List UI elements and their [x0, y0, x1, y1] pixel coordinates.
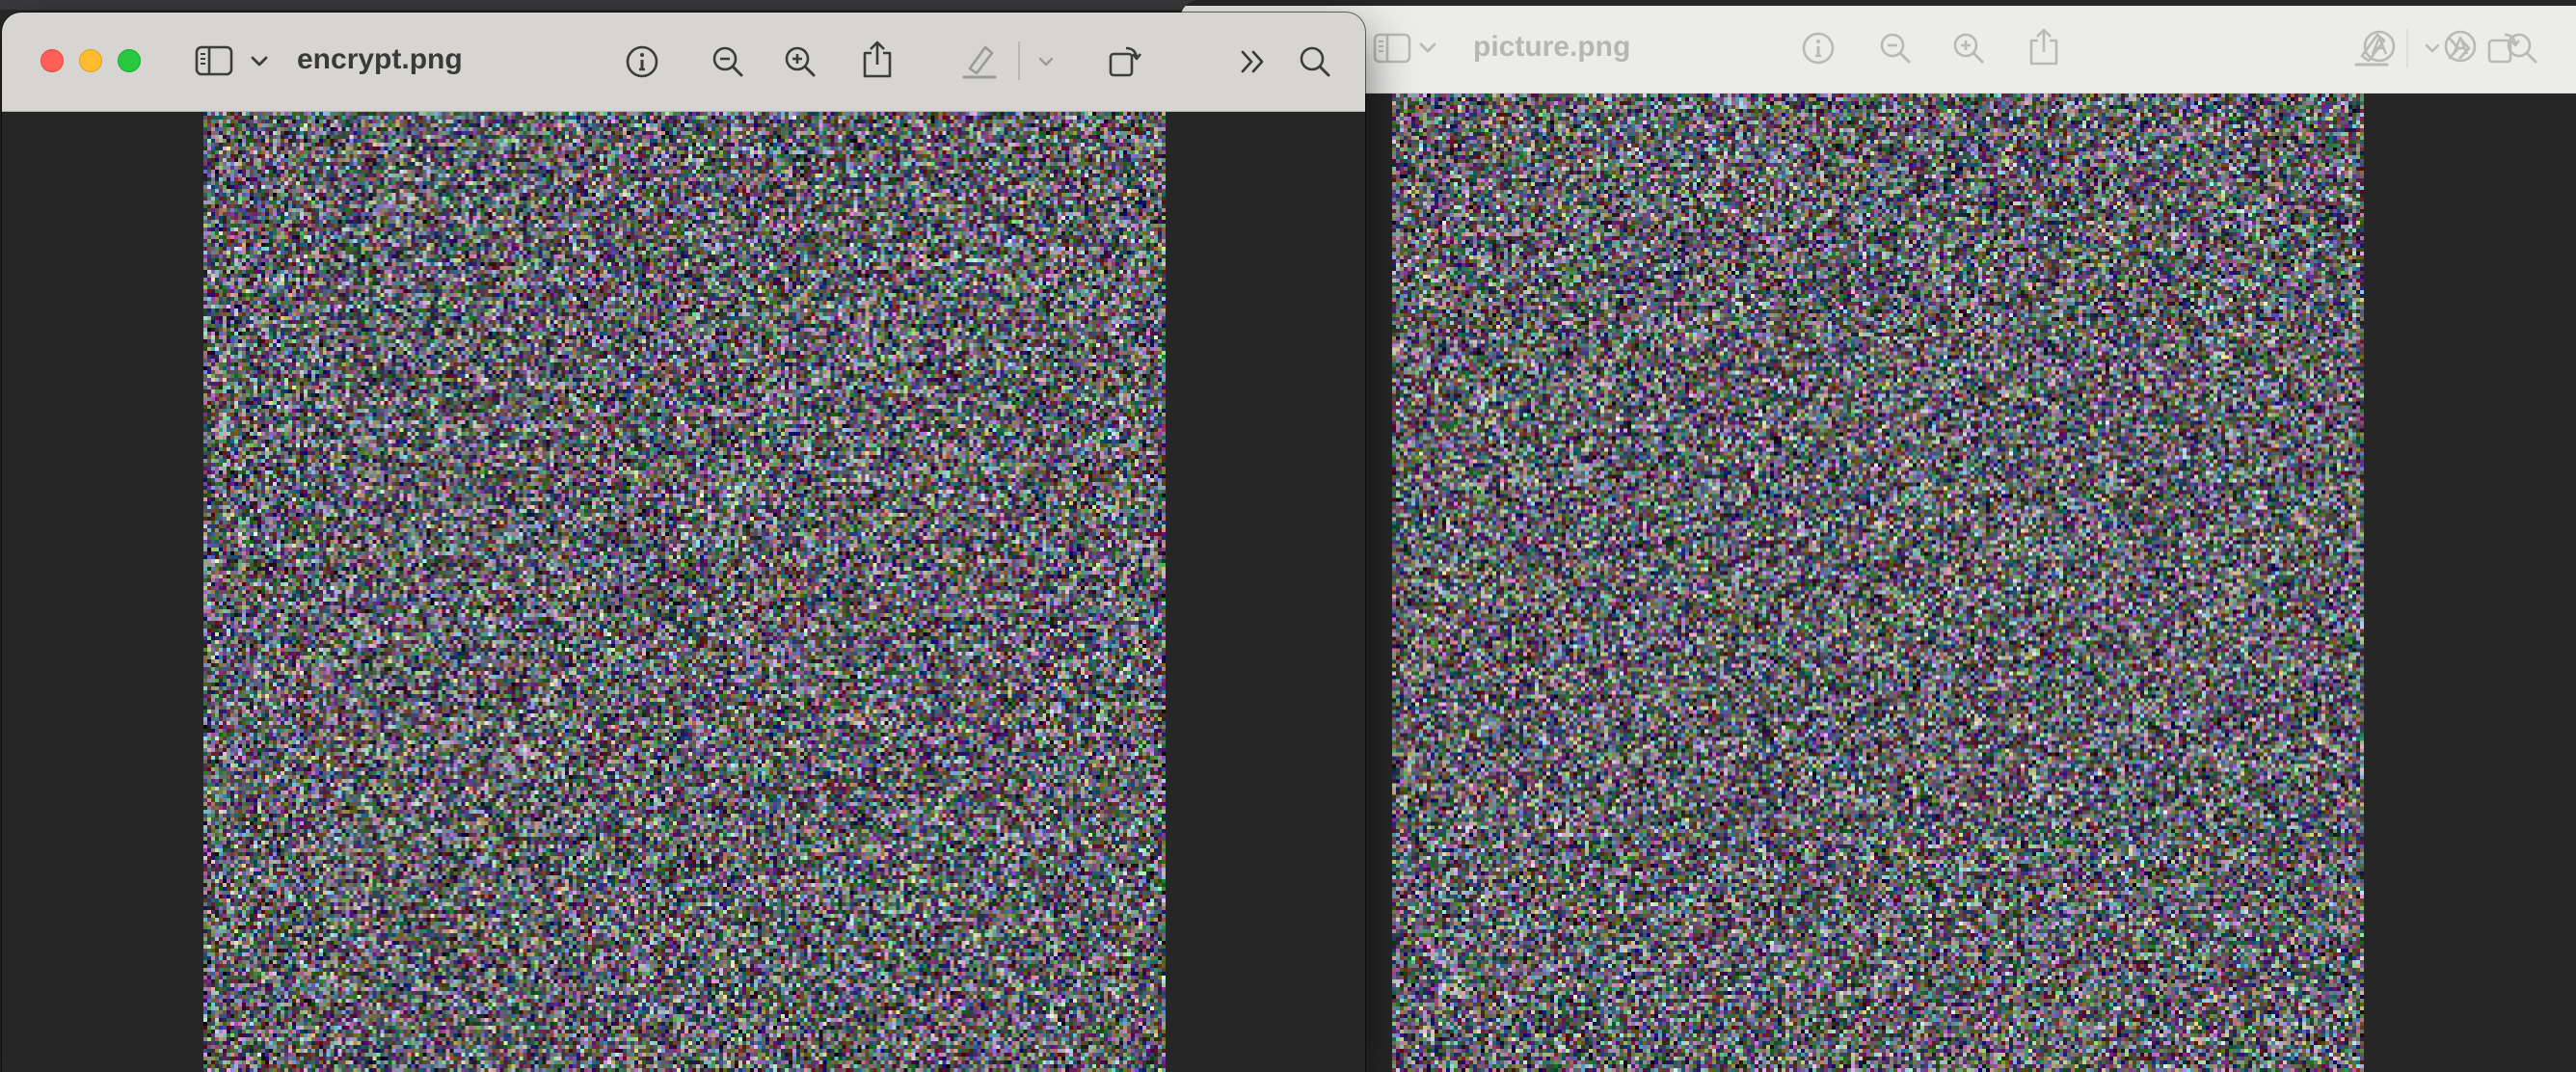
- share-icon[interactable]: [858, 38, 897, 82]
- markup-icon-anchor: [2443, 23, 2444, 24]
- info-icon[interactable]: [1799, 29, 1838, 67]
- image-content: [1392, 94, 2364, 1072]
- chevron-down-icon[interactable]: [1415, 38, 1440, 59]
- chevron-down-icon[interactable]: [2422, 40, 2443, 57]
- preview-window-picture[interactable]: picture.png: [1180, 0, 2576, 1072]
- chevron-down-icon[interactable]: [1035, 53, 1057, 70]
- preview-window-encrypt[interactable]: encrypt.png: [2, 13, 1365, 1072]
- toolbar-separator: [2406, 29, 2408, 67]
- zoom-in-icon[interactable]: [1949, 29, 1988, 67]
- highlight-pen-icon[interactable]: [958, 40, 1001, 82]
- anchor-12: [2443, 29, 2444, 30]
- zoom-out-icon[interactable]: [1876, 29, 1915, 67]
- zoom-button[interactable]: [118, 49, 141, 72]
- search-icon[interactable]: [1296, 42, 1334, 81]
- markup-circle-icon[interactable]: [2360, 29, 2399, 64]
- info-icon[interactable]: [623, 42, 661, 81]
- image-content: [203, 112, 1166, 1072]
- sidebar-toggle-icon[interactable]: [193, 41, 235, 80]
- sidebar-toggle-icon[interactable]: [1371, 27, 1413, 69]
- window-title: encrypt.png: [297, 43, 463, 75]
- share-icon[interactable]: [2025, 25, 2063, 69]
- more-chevrons-icon[interactable]: [1234, 44, 1273, 79]
- window-title: picture.png: [1473, 31, 1631, 63]
- window-toolbar: encrypt.png: [2, 13, 1365, 112]
- anchor-3: [2439, 29, 2440, 30]
- zoom-in-icon[interactable]: [781, 42, 819, 81]
- rotate-icon[interactable]: [1103, 38, 1145, 82]
- search-icon-back[interactable]: [2503, 29, 2541, 67]
- close-button[interactable]: [40, 49, 64, 72]
- more-chevrons-icon-back[interactable]: [2441, 31, 2480, 66]
- zoom-out-icon[interactable]: [709, 42, 747, 81]
- toolbar-separator: [1018, 41, 1020, 80]
- minimize-button[interactable]: [79, 49, 102, 72]
- chevron-down-icon[interactable]: [247, 51, 272, 72]
